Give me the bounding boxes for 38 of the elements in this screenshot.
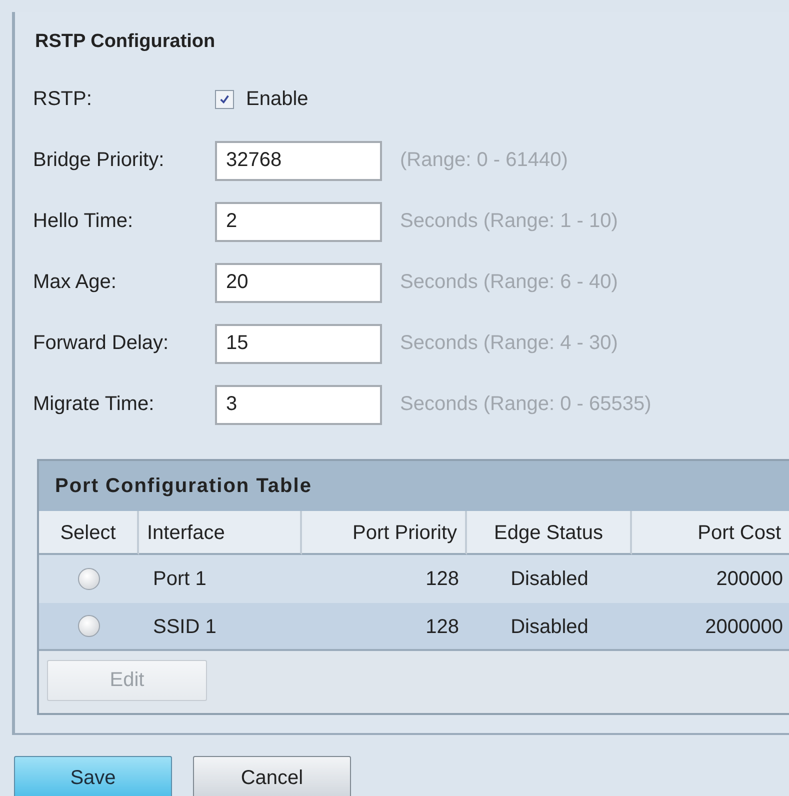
column-header: Port Priority	[302, 511, 467, 555]
section-title: RSTP Configuration	[35, 30, 216, 54]
table-cell: 128	[302, 603, 467, 651]
table-cell: SSID 1	[139, 603, 302, 651]
table-cell: 128	[302, 555, 467, 603]
table-cell: Disabled	[467, 603, 632, 651]
hint-text: Seconds (Range: 6 - 40)	[400, 271, 618, 294]
input-field[interactable]: 3	[215, 384, 382, 424]
hint-text: Seconds (Range: 4 - 30)	[400, 332, 618, 355]
input-field[interactable]: 20	[215, 262, 382, 302]
field-label: Forward Delay:	[33, 332, 170, 355]
field-label: Max Age:	[33, 271, 118, 294]
input-field[interactable]: 15	[215, 324, 382, 364]
table-cell: 200000	[632, 555, 789, 603]
column-header: Interface	[139, 511, 302, 555]
radio-button[interactable]	[78, 568, 100, 590]
enable-checkbox[interactable]	[215, 90, 234, 109]
field-label: Bridge Priority:	[33, 149, 166, 172]
input-field[interactable]: 2	[215, 202, 382, 242]
field-label: Migrate Time:	[33, 393, 156, 416]
field-label: Hello Time:	[33, 210, 134, 233]
save-button[interactable]: Save	[14, 756, 172, 796]
column-header: Select	[39, 511, 139, 555]
checkbox-label: Enable	[246, 88, 308, 111]
table-cell: Port 1	[139, 555, 302, 603]
hint-text: Seconds (Range: 0 - 65535)	[400, 393, 652, 416]
table-cell: Disabled	[467, 555, 632, 603]
hint-text: Seconds (Range: 1 - 10)	[400, 210, 618, 233]
table-title: Port Configuration Table	[39, 461, 789, 511]
check-icon	[219, 94, 230, 105]
hint-text: (Range: 0 - 61440)	[400, 149, 568, 172]
column-header: Edge Status	[467, 511, 632, 555]
column-header: Port Cost	[632, 511, 789, 555]
radio-button[interactable]	[78, 615, 100, 637]
input-field[interactable]: 32768	[215, 140, 382, 180]
cancel-button[interactable]: Cancel	[193, 756, 351, 796]
table-cell: 2000000	[632, 603, 789, 651]
field-label: RSTP:	[33, 88, 93, 111]
